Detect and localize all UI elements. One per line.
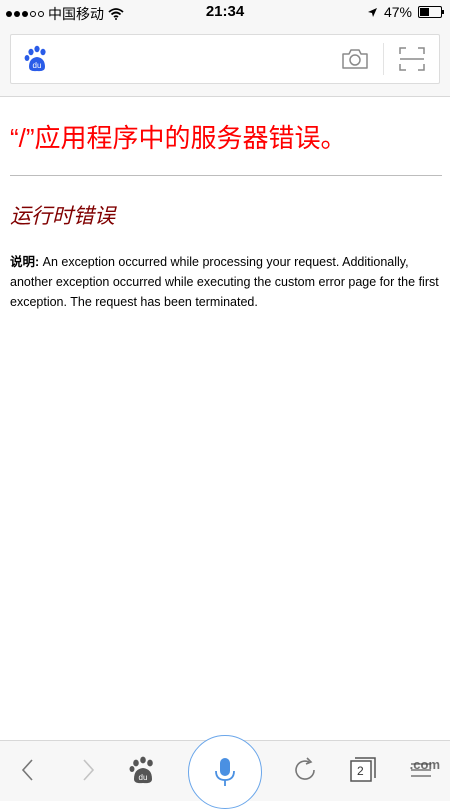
battery-percent: 47% <box>383 4 412 20</box>
camera-icon[interactable] <box>341 47 369 71</box>
description-label: 说明: <box>10 255 40 269</box>
microphone-icon <box>215 758 235 786</box>
header-divider <box>383 43 384 75</box>
page-content: “/”应用程序中的服务器错误。 运行时错误 说明: An exception o… <box>10 96 442 312</box>
toolbar-logo-text: du <box>139 773 148 782</box>
logo-text: du <box>33 61 42 70</box>
search-box[interactable]: du <box>10 34 440 84</box>
back-arrow-icon[interactable] <box>14 755 44 785</box>
forward-arrow-icon[interactable] <box>72 755 102 785</box>
status-right-group: 47% <box>367 4 444 20</box>
site-watermark: .com <box>409 757 440 772</box>
error-description: 说明: An exception occurred while processi… <box>10 252 442 312</box>
baidu-home-icon[interactable]: du <box>128 755 158 785</box>
status-bar: 中国移动 21:34 47% <box>0 0 450 26</box>
baidu-paw-logo-icon[interactable]: du <box>23 45 51 73</box>
bottom-toolbar: du 2 .com <box>0 735 450 809</box>
location-arrow-icon <box>367 7 377 17</box>
refresh-icon[interactable] <box>290 755 320 785</box>
tabs-button[interactable]: 2 <box>350 757 376 783</box>
scan-icon[interactable] <box>399 47 425 71</box>
server-error-title: “/”应用程序中的服务器错误。 <box>10 123 347 153</box>
title-divider <box>10 175 442 176</box>
battery-icon <box>418 6 444 18</box>
runtime-error-heading: 运行时错误 <box>10 204 115 228</box>
search-header: du <box>0 26 450 97</box>
voice-search-button[interactable] <box>188 735 262 809</box>
tab-count: 2 <box>357 764 364 778</box>
description-text: An exception occurred while processing y… <box>10 255 439 309</box>
